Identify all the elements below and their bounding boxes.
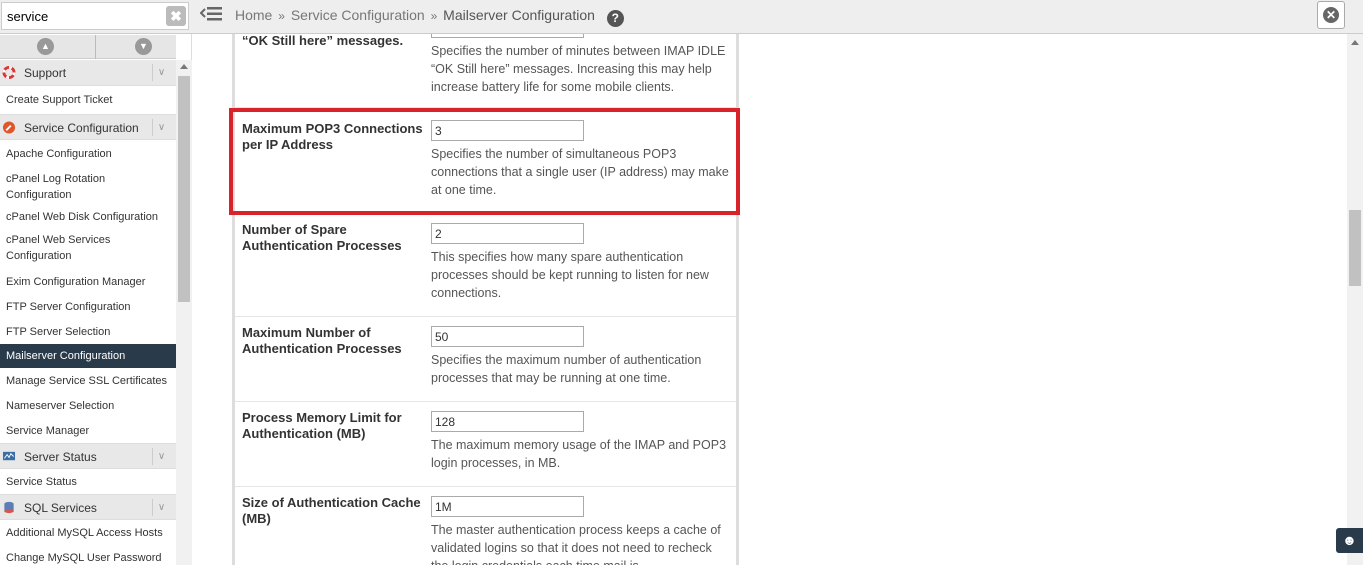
sidebar-category-label: Service Configuration — [24, 121, 139, 135]
sidebar-category-label: Server Status — [24, 450, 97, 464]
search-bar: ✖ — [0, 0, 192, 34]
setting-label: Size of Authentication Cache (MB) — [242, 495, 421, 526]
monitor-icon — [2, 451, 16, 461]
sidebar-category-service-configuration[interactable]: Service Configuration ∨ — [0, 114, 176, 140]
setting-description: The master authentication process keeps … — [431, 523, 721, 565]
sidebar-nav: Support ∨ Create Support Ticket Service … — [0, 60, 176, 565]
setting-description: The maximum memory usage of the IMAP and… — [431, 438, 727, 470]
sidebar-item-nameserver-selection[interactable]: Nameserver Selection — [0, 393, 176, 418]
sidebar-scrollbar[interactable] — [176, 60, 192, 565]
setting-row: Number of Spare Authentication Processes… — [235, 213, 736, 317]
sidebar-scrollbar-thumb[interactable] — [178, 76, 190, 302]
sidebar-item-cpanel-log-rotation[interactable]: cPanel Log Rotation Configuration — [0, 168, 176, 206]
setting-input[interactable] — [431, 411, 584, 432]
setting-label: Process Memory Limit for Authentication … — [242, 410, 402, 441]
chevron-down-icon[interactable]: ∨ — [152, 119, 170, 136]
setting-row: Process Memory Limit for Authentication … — [235, 402, 736, 487]
setting-row: Size of Authentication Cache (MB) The ma… — [235, 487, 736, 565]
setting-input[interactable] — [431, 223, 584, 244]
breadcrumb: Home » Service Configuration » Mailserve… — [235, 7, 624, 27]
setting-label: “OK Still here” messages. — [242, 34, 404, 48]
sidebar-item-service-manager[interactable]: Service Manager — [0, 418, 176, 443]
breadcrumb-home-link[interactable]: Home — [235, 7, 272, 23]
chevron-down-icon[interactable]: ∨ — [152, 448, 170, 465]
sidebar: ✖ ▲ ▼ Support ∨ Create Support Ticket Se… — [0, 0, 192, 565]
close-icon: ✕ — [1323, 7, 1339, 23]
chevron-down-icon[interactable]: ∨ — [152, 64, 170, 81]
setting-input[interactable] — [431, 34, 584, 38]
setting-description: Specifies the number of minutes between … — [431, 44, 726, 94]
help-icon[interactable]: ? — [606, 10, 624, 27]
setting-row: “OK Still here” messages. Specifies the … — [235, 34, 736, 108]
setting-label: Number of Spare Authentication Processes — [242, 222, 402, 253]
sidebar-category-sql-services[interactable]: SQL Services ∨ — [0, 494, 176, 520]
setting-input[interactable] — [431, 496, 584, 517]
main-scrollbar-thumb[interactable] — [1349, 210, 1361, 286]
sidebar-item-ftp-server-selection[interactable]: FTP Server Selection — [0, 319, 176, 344]
setting-row: Maximum Number of Authentication Process… — [235, 317, 736, 402]
setting-label: Maximum POP3 Connections per IP Address — [242, 121, 423, 152]
search-input[interactable] — [1, 2, 189, 30]
sidebar-item-mailserver-configuration[interactable]: Mailserver Configuration — [0, 344, 176, 368]
sidebar-category-label: Support — [24, 66, 67, 80]
setting-label: Maximum Number of Authentication Process… — [242, 325, 402, 356]
collapse-up-icon[interactable]: ▲ — [37, 38, 54, 55]
breadcrumb-section-link[interactable]: Service Configuration — [291, 7, 425, 23]
sidebar-category-server-status[interactable]: Server Status ∨ — [0, 443, 176, 469]
collapse-divider — [95, 35, 96, 59]
collapse-controls: ▲ ▼ — [0, 35, 176, 59]
chat-support-icon[interactable]: ☻ — [1336, 528, 1363, 553]
main-content: “OK Still here” messages. Specifies the … — [192, 34, 1347, 565]
sidebar-category-support[interactable]: Support ∨ — [0, 60, 176, 86]
sidebar-category-label: SQL Services — [24, 501, 97, 515]
wrench-icon — [2, 121, 16, 134]
app-window: ✖ ▲ ▼ Support ∨ Create Support Ticket Se… — [0, 0, 1363, 565]
sidebar-item-manage-service-ssl[interactable]: Manage Service SSL Certificates — [0, 368, 176, 393]
setting-description: Specifies the number of simultaneous POP… — [431, 147, 729, 197]
menu-toggle-icon[interactable] — [200, 5, 222, 23]
setting-row: Maximum POP3 Connections per IP Address … — [235, 108, 736, 213]
top-bar: Home » Service Configuration » Mailserve… — [192, 0, 1363, 34]
scroll-up-arrow-icon[interactable] — [180, 64, 188, 69]
sidebar-item-exim-configuration-manager[interactable]: Exim Configuration Manager — [0, 267, 176, 294]
sidebar-item-change-mysql-user-password[interactable]: Change MySQL User Password — [0, 545, 176, 565]
sidebar-item-additional-mysql-access-hosts[interactable]: Additional MySQL Access Hosts — [0, 520, 176, 545]
sidebar-item-apache-configuration[interactable]: Apache Configuration — [0, 140, 176, 168]
sidebar-item-cpanel-web-disk[interactable]: cPanel Web Disk Configuration — [0, 206, 176, 229]
collapse-down-icon[interactable]: ▼ — [135, 38, 152, 55]
scroll-up-arrow-icon[interactable] — [1351, 40, 1359, 45]
database-icon — [4, 501, 14, 514]
setting-description: Specifies the maximum number of authenti… — [431, 353, 702, 385]
breadcrumb-separator: » — [430, 9, 438, 23]
page-title: Mailserver Configuration — [443, 7, 595, 23]
setting-input[interactable] — [431, 120, 584, 141]
setting-description: This specifies how many spare authentica… — [431, 250, 709, 300]
sidebar-item-cpanel-web-services[interactable]: cPanel Web Services Configuration — [0, 229, 176, 267]
setting-input[interactable] — [431, 326, 584, 347]
chevron-down-icon[interactable]: ∨ — [152, 499, 170, 516]
sidebar-item-create-support-ticket[interactable]: Create Support Ticket — [0, 86, 176, 114]
clear-search-icon[interactable]: ✖ — [166, 6, 186, 26]
settings-table: “OK Still here” messages. Specifies the … — [232, 34, 739, 565]
sidebar-item-ftp-server-configuration[interactable]: FTP Server Configuration — [0, 294, 176, 319]
breadcrumb-separator: » — [278, 9, 285, 23]
close-button[interactable]: ✕ — [1317, 1, 1345, 29]
lifebuoy-icon — [2, 66, 16, 79]
sidebar-item-service-status[interactable]: Service Status — [0, 469, 176, 494]
main-scrollbar[interactable] — [1347, 34, 1363, 565]
